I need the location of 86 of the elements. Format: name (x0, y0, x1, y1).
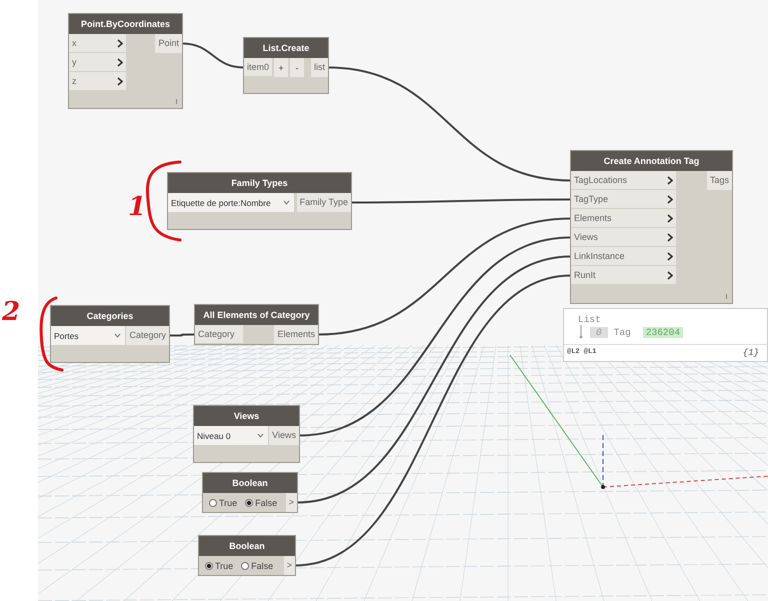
input-port[interactable]: Views (571, 228, 676, 247)
wire (169, 334, 195, 336)
output-port[interactable]: > (284, 556, 295, 575)
caret-icon (283, 200, 290, 205)
port-label: LinkInstance (574, 250, 625, 262)
port-label: z (72, 74, 76, 88)
count-label: {1} (742, 348, 759, 358)
caret-icon (257, 433, 264, 438)
chevron-icon (117, 76, 123, 86)
input-port[interactable]: TagType (571, 190, 676, 209)
input-port[interactable]: item0 (244, 58, 272, 77)
port-label: TagLocations (574, 174, 628, 187)
port-label: Category (198, 328, 235, 341)
input-port[interactable]: y (69, 53, 126, 72)
node-title: Boolean (199, 536, 295, 556)
node-card[interactable]: All Elements of Category Category Elements (194, 304, 319, 345)
item-type-label: Tag (614, 326, 631, 338)
node-card[interactable]: Family Types Etiquette de porte:Nombre Family Type (167, 172, 352, 230)
output-port[interactable]: Point (155, 34, 182, 53)
node-card[interactable]: Categories Portes Category (50, 305, 170, 363)
port-label: Elements (574, 212, 612, 224)
node-card[interactable]: Boolean True False > (202, 472, 298, 513)
dropdown-field[interactable]: Etiquette de porte:Nombre (168, 193, 295, 212)
output-port[interactable]: > (286, 493, 297, 512)
node-title: Boolean (203, 473, 297, 493)
output-port[interactable]: list (311, 58, 328, 77)
radio-option[interactable]: False (241, 560, 274, 570)
node-title: Create Annotation Tag (571, 151, 732, 171)
port-label: Views (574, 230, 598, 244)
output-port[interactable]: Family Type (296, 193, 351, 212)
input-port[interactable]: LinkInstance (571, 247, 676, 266)
port-label: y (72, 56, 76, 69)
radio-option[interactable]: True (209, 498, 238, 508)
port-label: RunIt (574, 268, 596, 282)
output-port[interactable]: Tags (706, 171, 732, 190)
output-port[interactable]: Views (269, 426, 299, 445)
chevron-icon (667, 176, 673, 184)
node-card[interactable]: List.Create item0 + - list (243, 37, 329, 94)
radio-button[interactable] (245, 498, 254, 506)
chevron-icon (117, 38, 123, 48)
annotation-number: 1 (128, 194, 146, 220)
node-title: Point.ByCoordinates (69, 14, 182, 34)
output-port[interactable]: Elements (274, 325, 318, 344)
port-button[interactable]: + (274, 58, 288, 77)
port-label: TagType (574, 192, 608, 206)
wire (182, 42, 244, 68)
index-label: 0 (590, 326, 608, 338)
input-port[interactable]: Category (195, 325, 243, 344)
chevron-icon (667, 270, 673, 280)
node-card[interactable]: Boolean True False > (198, 535, 296, 576)
annotation-number: 2 (2, 299, 20, 325)
radio-button[interactable] (205, 562, 213, 570)
dropdown-value: Niveau 0 (197, 430, 231, 440)
node-card[interactable]: Create Annotation Tag TagLocations TagType Elements Views LinkInstance RunIt Tags (570, 150, 733, 304)
input-port[interactable]: x (69, 34, 126, 53)
dropdown-field[interactable]: Portes (51, 326, 126, 345)
input-port[interactable]: RunIt (571, 266, 676, 285)
dropdown-field[interactable]: Niveau 0 (194, 426, 269, 445)
radio-button[interactable] (241, 562, 250, 570)
radio-option[interactable]: True (205, 560, 234, 570)
tree-stem-icon (578, 325, 584, 339)
node-title: Family Types (168, 173, 351, 193)
input-port[interactable]: TagLocations (571, 171, 676, 190)
node-title: List.Create (244, 38, 328, 58)
node-card[interactable]: Point.ByCoordinates x y z Point (68, 13, 183, 109)
radio-button[interactable] (209, 498, 217, 506)
port-label: x (72, 36, 76, 50)
chevron-icon (667, 232, 673, 242)
input-port[interactable]: Elements (571, 209, 676, 228)
dropdown-value: Portes (54, 330, 79, 340)
port-button[interactable]: - (290, 58, 304, 77)
chevron-icon (667, 214, 673, 222)
node-title: All Elements of Category (195, 305, 318, 325)
chevron-icon (667, 194, 673, 204)
dropdown-value: Etiquette de porte:Nombre (171, 198, 271, 208)
list-label: List (578, 314, 602, 325)
item-value: 236204 (642, 326, 684, 338)
output-port[interactable]: Category (126, 326, 169, 345)
node-card[interactable]: Views Niveau 0 Views (193, 405, 300, 463)
caret-icon (114, 333, 121, 338)
radio-option[interactable]: False (245, 498, 278, 508)
chevron-icon (667, 252, 673, 260)
node-title: Categories (51, 306, 169, 326)
node-title: Views (194, 406, 299, 426)
chevron-icon (117, 58, 123, 66)
input-port[interactable]: z (69, 72, 126, 91)
